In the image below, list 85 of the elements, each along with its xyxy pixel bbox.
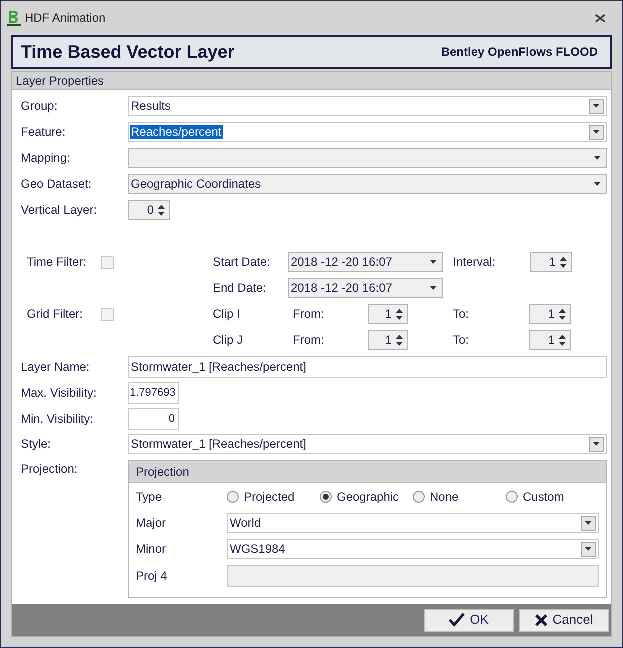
field-label: From:: [293, 332, 326, 349]
field-label: Major: [136, 515, 168, 532]
field-label: Vertical Layer:: [21, 202, 98, 219]
caret-icon: [594, 156, 601, 160]
field-label: Group:: [21, 98, 59, 115]
window-title: HDF Animation: [25, 10, 107, 27]
up-down-arrows-icon: [158, 204, 165, 216]
field-label: Min. Visibility:: [21, 411, 94, 428]
radio-option[interactable]: Geographic: [320, 488, 413, 506]
field-label: Minor: [136, 541, 168, 558]
field-label: To:: [453, 306, 470, 323]
caret-icon: [593, 130, 600, 134]
checkbox[interactable]: [101, 256, 114, 268]
text-field[interactable]: [227, 565, 599, 587]
spinner-field[interactable]: 1: [368, 330, 408, 350]
caret-icon: [593, 442, 600, 446]
date-dropdown[interactable]: 2018 -12 -20 16:07: [288, 252, 443, 272]
field-label: Grid Filter:: [27, 306, 84, 323]
spinner-field[interactable]: 1: [529, 330, 571, 350]
field-label: Proj 4: [136, 568, 168, 585]
close-icon[interactable]: [595, 14, 606, 22]
up-down-arrows-icon: [560, 256, 567, 268]
dropdown-field[interactable]: WGS1984: [227, 539, 599, 559]
checkbox[interactable]: [101, 308, 114, 320]
field-label: Projection:: [21, 461, 79, 478]
dropdown-arrow-button[interactable]: [589, 436, 604, 452]
dropdown-field[interactable]: Reaches/percent: [128, 122, 607, 142]
panel-title: Projection: [136, 464, 190, 480]
radio-button[interactable]: [413, 491, 425, 503]
caret-icon: [594, 182, 601, 186]
dropdown-arrow-button[interactable]: [589, 124, 604, 140]
field-label: Clip I: [213, 306, 242, 323]
field-label: End Date:: [213, 280, 268, 297]
text-field[interactable]: Stormwater_1 [Reaches/percent]: [128, 356, 607, 378]
caret-icon: [585, 521, 592, 525]
dropdown-field[interactable]: World: [227, 513, 599, 533]
radio-button[interactable]: [320, 491, 332, 503]
field-label: Time Filter:: [27, 254, 88, 271]
field-label: Mapping:: [21, 150, 72, 167]
up-down-arrows-icon: [396, 334, 403, 346]
spinner-field[interactable]: 1: [530, 252, 572, 272]
radio-option[interactable]: Projected: [227, 488, 320, 506]
checkmark-icon: [449, 613, 466, 627]
app-logo-icon: [7, 10, 21, 26]
dropdown-field[interactable]: Results: [128, 96, 607, 116]
up-down-arrows-icon: [559, 334, 566, 346]
radio-button[interactable]: [506, 491, 518, 503]
dropdown-arrow-button[interactable]: [589, 98, 604, 114]
field-label: Max. Visibility:: [21, 385, 98, 402]
spinner-field[interactable]: 1: [368, 304, 408, 324]
x-icon: [534, 614, 548, 626]
caret-icon: [585, 547, 592, 551]
product-name: Bentley OpenFlows FLOOD: [441, 44, 599, 61]
dialog-heading: Time Based Vector Layer: [21, 40, 235, 64]
date-dropdown[interactable]: 2018 -12 -20 16:07: [288, 278, 443, 298]
field-label: Interval:: [453, 254, 497, 271]
up-down-arrows-icon: [396, 308, 403, 320]
radio-button[interactable]: [227, 491, 239, 503]
dropdown-arrow-button[interactable]: [581, 542, 596, 556]
section-title: Layer Properties: [16, 72, 104, 90]
caret-icon: [430, 286, 437, 290]
number-field[interactable]: 1.797693: [128, 382, 179, 404]
radio-option[interactable]: Custom: [506, 488, 599, 506]
number-field[interactable]: 0: [128, 408, 179, 430]
caret-icon: [593, 104, 600, 108]
ok-button[interactable]: OK: [424, 608, 514, 632]
field-label: Type: [136, 489, 164, 506]
spinner-field[interactable]: 0: [128, 200, 170, 220]
field-label: To:: [453, 332, 470, 349]
dropdown-field[interactable]: Stormwater_1 [Reaches/percent]: [128, 434, 607, 454]
dropdown-field[interactable]: [128, 148, 607, 168]
spinner-field[interactable]: 1: [529, 304, 571, 324]
radio-option[interactable]: None: [413, 488, 506, 506]
field-label: Layer Name:: [21, 359, 91, 376]
field-label: Geo Dataset:: [21, 176, 93, 193]
dropdown-arrow-button[interactable]: [581, 516, 596, 530]
caret-icon: [430, 260, 437, 264]
field-label: From:: [293, 306, 326, 323]
field-label: Style:: [21, 436, 52, 453]
cancel-button[interactable]: Cancel: [519, 608, 609, 632]
field-label: Feature:: [21, 124, 67, 141]
field-label: Clip J: [213, 332, 244, 349]
field-label: Start Date:: [213, 254, 272, 271]
up-down-arrows-icon: [559, 308, 566, 320]
dropdown-field[interactable]: Geographic Coordinates: [128, 174, 607, 194]
